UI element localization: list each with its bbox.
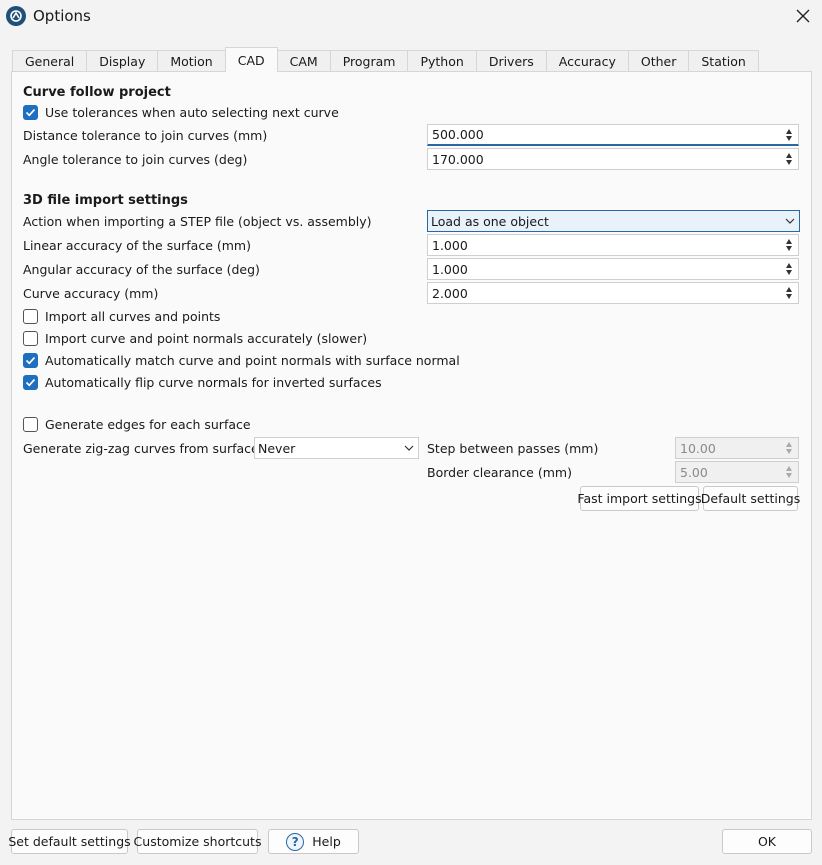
step-between-value: 10.00 [680, 440, 716, 456]
angle-tolerance-spinbox[interactable]: 170.000 [427, 148, 799, 170]
import-normals-label: Import curve and point normals accuratel… [45, 331, 368, 346]
close-button[interactable] [788, 2, 818, 30]
match-normals-label: Automatically match curve and point norm… [45, 353, 460, 368]
match-normals-checkbox[interactable] [23, 353, 38, 368]
spin-arrows-icon[interactable] [782, 259, 796, 279]
flip-normals-label: Automatically flip curve normals for inv… [45, 375, 382, 390]
flip-normals-checkbox[interactable] [23, 375, 38, 390]
default-settings-button[interactable]: Default settings [701, 486, 800, 511]
curve-follow-section-title: Curve follow project [23, 85, 171, 100]
step-action-label: Action when importing a STEP file (objec… [23, 214, 372, 229]
import-normals-row[interactable]: Import curve and point normals accuratel… [23, 331, 367, 346]
distance-tolerance-spinbox[interactable]: 500.000 [427, 124, 799, 146]
tab-motion[interactable]: Motion [157, 50, 226, 72]
curve-accuracy-spinbox[interactable]: 2.000 [427, 282, 799, 304]
customize-shortcuts-button[interactable]: Customize shortcuts [134, 829, 261, 854]
border-clearance-label: Border clearance (mm) [427, 465, 572, 480]
generate-edges-row[interactable]: Generate edges for each surface [23, 417, 251, 432]
step-action-value: Load as one object [431, 213, 549, 229]
step-between-label: Step between passes (mm) [427, 441, 599, 456]
help-button-label: Help [312, 834, 341, 849]
checkmark-icon [25, 378, 36, 387]
zigzag-label: Generate zig-zag curves from surfaces [23, 441, 266, 456]
spin-arrows-icon[interactable] [782, 125, 796, 144]
cad-settings-panel: Curve follow project Use tolerances when… [11, 71, 812, 820]
angular-accuracy-spinbox[interactable]: 1.000 [427, 258, 799, 280]
help-icon: ? [286, 832, 305, 851]
fast-import-settings-button[interactable]: Fast import settings [577, 486, 702, 511]
import-settings-section-title: 3D file import settings [23, 193, 188, 208]
zigzag-value: Never [258, 440, 296, 456]
generate-edges-checkbox[interactable] [23, 417, 38, 432]
import-all-row[interactable]: Import all curves and points [23, 309, 220, 324]
help-button[interactable]: ? Help [268, 829, 359, 854]
zigzag-dropdown[interactable]: Never [254, 437, 419, 459]
window-title: Options [33, 7, 91, 25]
tab-accuracy[interactable]: Accuracy [545, 50, 629, 72]
tab-cad[interactable]: CAD [224, 47, 278, 72]
tab-bar: General Display Motion CAD CAM Program P… [12, 47, 759, 72]
import-all-label: Import all curves and points [45, 309, 221, 324]
angular-accuracy-label: Angular accuracy of the surface (deg) [23, 262, 260, 277]
app-logo-icon [6, 6, 26, 26]
distance-tolerance-value: 500.000 [432, 127, 484, 142]
tab-general[interactable]: General [12, 50, 88, 72]
angular-accuracy-value: 1.000 [432, 261, 468, 277]
use-tolerances-checkbox[interactable] [23, 105, 38, 120]
tab-other[interactable]: Other [627, 50, 690, 72]
border-clearance-value: 5.00 [680, 464, 708, 480]
generate-edges-label: Generate edges for each surface [45, 417, 251, 432]
linear-accuracy-label: Linear accuracy of the surface (mm) [23, 238, 251, 253]
spin-arrows-icon[interactable] [782, 235, 796, 255]
tab-program[interactable]: Program [329, 50, 409, 72]
step-between-spinbox[interactable]: 10.00 [675, 437, 799, 459]
title-bar: Options [0, 0, 822, 34]
import-normals-checkbox[interactable] [23, 331, 38, 346]
tab-cam[interactable]: CAM [276, 50, 331, 72]
checkmark-icon [25, 108, 36, 117]
checkmark-icon [25, 356, 36, 365]
tab-display[interactable]: Display [86, 50, 159, 72]
tab-python[interactable]: Python [407, 50, 477, 72]
linear-accuracy-value: 1.000 [432, 237, 468, 253]
curve-accuracy-label: Curve accuracy (mm) [23, 286, 159, 301]
ok-button[interactable]: OK [722, 829, 812, 854]
curve-accuracy-value: 2.000 [432, 285, 468, 301]
step-action-dropdown[interactable]: Load as one object [427, 210, 800, 232]
close-icon [796, 9, 810, 23]
spin-arrows-icon[interactable] [782, 149, 796, 169]
spin-arrows-icon[interactable] [782, 283, 796, 303]
angle-tolerance-value: 170.000 [432, 151, 484, 167]
flip-normals-row[interactable]: Automatically flip curve normals for inv… [23, 375, 382, 390]
angle-tolerance-label: Angle tolerance to join curves (deg) [23, 152, 248, 167]
tab-station[interactable]: Station [688, 50, 759, 72]
tab-drivers[interactable]: Drivers [475, 50, 547, 72]
import-all-checkbox[interactable] [23, 309, 38, 324]
match-normals-row[interactable]: Automatically match curve and point norm… [23, 353, 460, 368]
border-clearance-spinbox[interactable]: 5.00 [675, 461, 799, 483]
distance-tolerance-label: Distance tolerance to join curves (mm) [23, 128, 268, 143]
spin-arrows-icon[interactable] [782, 438, 796, 458]
chevron-down-icon [400, 445, 418, 451]
use-tolerances-row[interactable]: Use tolerances when auto selecting next … [23, 105, 339, 120]
set-default-settings-button[interactable]: Set default settings [8, 829, 131, 854]
linear-accuracy-spinbox[interactable]: 1.000 [427, 234, 799, 256]
chevron-down-icon [781, 218, 799, 224]
use-tolerances-label: Use tolerances when auto selecting next … [45, 105, 339, 120]
spin-arrows-icon[interactable] [782, 462, 796, 482]
